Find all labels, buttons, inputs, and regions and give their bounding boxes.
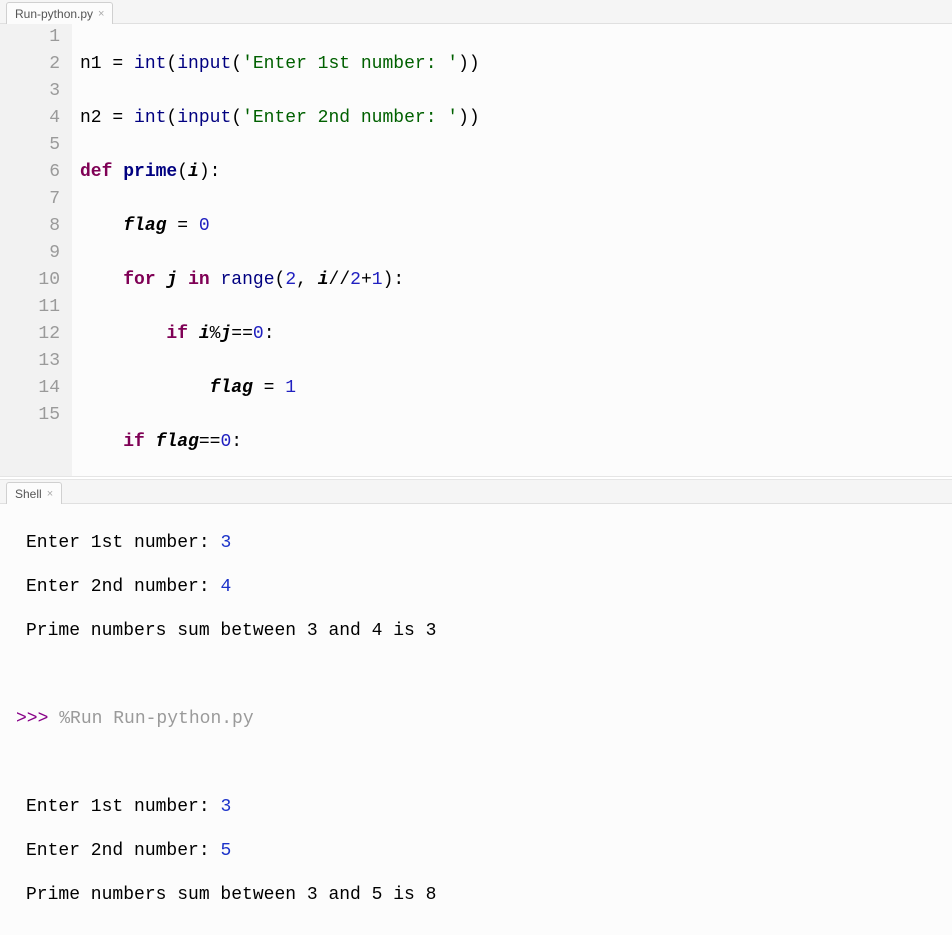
code-line: flag = 0 [80, 213, 944, 240]
line-number: 5 [0, 132, 60, 159]
shell-line: Enter 2nd number: 5 [16, 840, 940, 862]
line-number-gutter: 1 2 3 4 5 6 7 8 9 10 11 12 13 14 15 [0, 24, 72, 476]
shell-line: Enter 2nd number: 4 [16, 576, 940, 598]
code-area[interactable]: n1 = int(input('Enter 1st number: ')) n2… [72, 24, 952, 476]
shell-pane: Shell × Enter 1st number: 3 Enter 2nd nu… [0, 480, 952, 935]
editor-tab-bar: Run-python.py × [0, 0, 952, 24]
code-line: def prime(i): [80, 159, 944, 186]
code-editor[interactable]: 1 2 3 4 5 6 7 8 9 10 11 12 13 14 15 n1 =… [0, 24, 952, 476]
code-line: if i%j==0: [80, 321, 944, 348]
code-line: if flag==0: [80, 429, 944, 456]
shell-tab[interactable]: Shell × [6, 482, 62, 504]
line-number: 11 [0, 294, 60, 321]
shell-line [16, 664, 940, 686]
shell-line: >>> %Run Run-python.py [16, 708, 940, 730]
close-icon[interactable]: × [98, 8, 104, 20]
line-number: 1 [0, 24, 60, 51]
shell-line: Enter 1st number: 3 [16, 532, 940, 554]
shell-tab-bar: Shell × [0, 480, 952, 504]
line-number: 7 [0, 186, 60, 213]
line-number: 6 [0, 159, 60, 186]
line-number: 8 [0, 213, 60, 240]
code-line: n1 = int(input('Enter 1st number: ')) [80, 51, 944, 78]
editor-tab[interactable]: Run-python.py × [6, 2, 113, 24]
shell-line: Enter 1st number: 3 [16, 796, 940, 818]
line-number: 4 [0, 105, 60, 132]
editor-tab-label: Run-python.py [15, 7, 93, 21]
line-number: 9 [0, 240, 60, 267]
code-line: for j in range(2, i//2+1): [80, 267, 944, 294]
code-line: flag = 1 [80, 375, 944, 402]
shell-line [16, 928, 940, 935]
shell-line [16, 752, 940, 774]
shell-line: Prime numbers sum between 3 and 4 is 3 [16, 620, 940, 642]
line-number: 15 [0, 402, 60, 429]
line-number: 3 [0, 78, 60, 105]
close-icon[interactable]: × [47, 488, 53, 500]
line-number: 12 [0, 321, 60, 348]
code-line: n2 = int(input('Enter 2nd number: ')) [80, 105, 944, 132]
line-number: 13 [0, 348, 60, 375]
shell-line: Prime numbers sum between 3 and 5 is 8 [16, 884, 940, 906]
line-number: 14 [0, 375, 60, 402]
shell-output[interactable]: Enter 1st number: 3 Enter 2nd number: 4 … [0, 504, 952, 935]
line-number: 10 [0, 267, 60, 294]
line-number: 2 [0, 51, 60, 78]
shell-tab-label: Shell [15, 487, 42, 501]
